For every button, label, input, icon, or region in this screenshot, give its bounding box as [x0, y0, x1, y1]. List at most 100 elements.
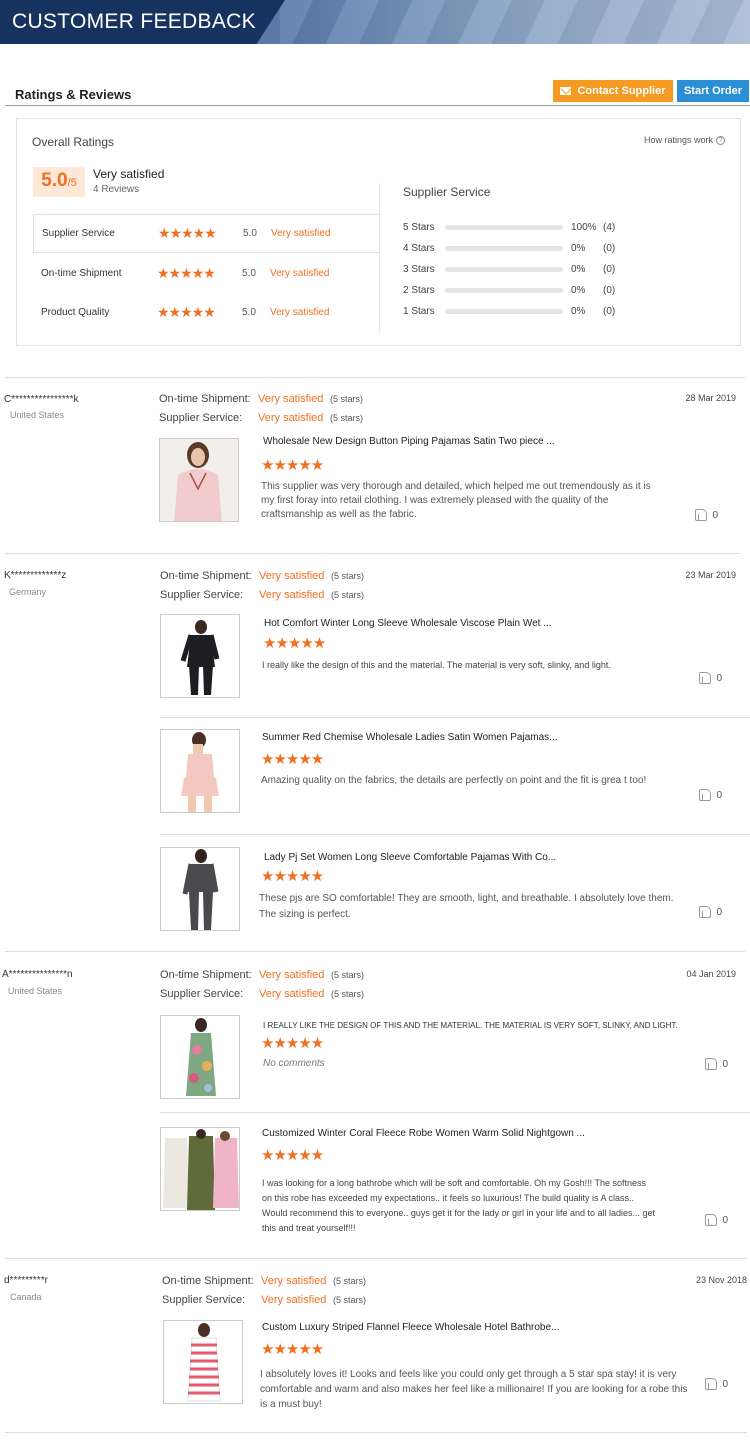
reviewer-country: United States — [8, 986, 63, 996]
reviewer-name: C****************k — [4, 394, 79, 405]
like-button[interactable]: 0 — [699, 789, 722, 801]
distribution-count: (0) — [603, 305, 616, 317]
distribution-percent: 0% — [571, 284, 586, 296]
like-button[interactable]: 0 — [705, 1214, 728, 1226]
thumbs-up-icon — [699, 789, 712, 801]
thumbs-up-icon — [705, 1214, 718, 1226]
product-divider — [160, 834, 750, 835]
distribution-percent: 0% — [571, 305, 586, 317]
review-text: This supplier was very thorough and deta… — [261, 481, 651, 520]
distribution-bar — [445, 287, 563, 293]
reviewer-name: K*************z — [4, 570, 67, 581]
distribution-percent: 0% — [571, 242, 586, 254]
banner-title: CUSTOMER FEEDBACK — [12, 10, 256, 33]
thumbs-up-icon — [699, 906, 712, 918]
product-name[interactable]: Hot Comfort Winter Long Sleeve Wholesale… — [264, 618, 552, 629]
product-name[interactable]: I REALLY LIKE THE DESIGN OF THIS AND THE… — [263, 1021, 678, 1030]
review-divider — [5, 1258, 747, 1259]
star-distribution-row: 2 Stars 0% (0) — [403, 283, 615, 297]
rating-label: Product Quality — [41, 306, 110, 318]
product-image[interactable] — [160, 1127, 240, 1211]
distribution-bar — [445, 224, 563, 230]
like-button[interactable]: 0 — [699, 906, 722, 918]
shipment-rating: On-time Shipment: Very satisfied (5 star… — [160, 570, 364, 582]
product-stars: ★★★★★ — [263, 635, 326, 652]
star-rating: ★★★★★ — [157, 264, 216, 281]
how-ratings-work-link[interactable]: How ratings work ? — [644, 135, 725, 145]
product-divider — [160, 1112, 750, 1113]
review-text: I absolutely loves it! Looks and feels l… — [260, 1369, 688, 1410]
shipment-rating: On-time Shipment: Very satisfied (5 star… — [160, 969, 364, 981]
product-image[interactable] — [160, 614, 240, 698]
review-text: These pjs are SO comfortable! They are s… — [259, 893, 674, 920]
shipment-rating: On-time Shipment: Very satisfied (5 star… — [162, 1275, 366, 1287]
contact-supplier-label: Contact Supplier — [577, 85, 666, 97]
service-stars: (5 stars) — [331, 590, 365, 600]
rating-score: 5.0 — [242, 306, 256, 318]
overall-verdict: Very satisfied — [93, 167, 165, 181]
rating-score: 5.0 — [243, 228, 257, 239]
review-text: I really like the design of this and the… — [262, 660, 611, 670]
shipment-satisfied: Very satisfied — [259, 969, 325, 981]
product-name[interactable]: Summer Red Chemise Wholesale Ladies Sati… — [262, 732, 558, 743]
product-name[interactable]: Custom Luxury Striped Flannel Fleece Who… — [262, 1322, 559, 1333]
service-rating: Supplier Service: Very satisfied (5 star… — [162, 1294, 366, 1306]
product-stars: ★★★★★ — [261, 457, 324, 474]
product-image[interactable] — [160, 847, 240, 931]
distribution-count: (0) — [603, 242, 616, 254]
shipment-stars: (5 stars) — [330, 394, 364, 404]
service-rating: Supplier Service: Very satisfied (5 star… — [160, 988, 364, 1000]
shipment-satisfied: Very satisfied — [259, 570, 325, 582]
like-button[interactable]: 0 — [699, 672, 722, 684]
ratings-reviews-title: Ratings & Reviews — [15, 87, 132, 102]
shipment-satisfied: Very satisfied — [261, 1275, 327, 1287]
how-ratings-work-label: How ratings work — [643, 135, 713, 145]
like-button[interactable]: 0 — [705, 1058, 728, 1070]
service-stars: (5 stars) — [330, 413, 364, 423]
thumbs-up-icon — [705, 1058, 718, 1070]
product-name[interactable]: Customized Winter Coral Fleece Robe Wome… — [262, 1128, 585, 1139]
rating-label: On-time Shipment — [41, 267, 122, 279]
like-count: 0 — [712, 509, 718, 521]
reviewer-country: Canada — [10, 1292, 42, 1302]
distribution-bar — [445, 266, 563, 272]
like-count: 0 — [716, 672, 722, 684]
star-distribution-row: 1 Stars 0% (0) — [403, 304, 615, 318]
review-text: No comments — [263, 1058, 325, 1069]
review-text: Amazing quality on the fabrics, the deta… — [261, 775, 647, 786]
shipment-rating: On-time Shipment: Very satisfied (5 star… — [159, 393, 363, 405]
product-image[interactable] — [160, 1015, 240, 1099]
product-name[interactable]: Lady Pj Set Women Long Sleeve Comfortabl… — [264, 852, 556, 863]
like-count: 0 — [716, 906, 722, 918]
review-text: I was looking for a long bathrobe which … — [262, 1178, 656, 1233]
product-image[interactable] — [160, 729, 240, 813]
product-image[interactable] — [159, 438, 239, 522]
shipment-stars: (5 stars) — [331, 970, 365, 980]
like-count: 0 — [716, 789, 722, 801]
like-count: 0 — [722, 1214, 728, 1226]
rating-label: Supplier Service — [42, 228, 115, 239]
rating-row-supplier-service: Supplier Service ★★★★★ 5.0 Very satisfie… — [33, 215, 380, 253]
product-image[interactable] — [163, 1320, 243, 1404]
overall-ratings-title: Overall Ratings — [32, 135, 115, 149]
like-button[interactable]: 0 — [705, 1378, 728, 1390]
service-satisfied: Very satisfied — [261, 1294, 327, 1306]
rating-row-on-time-shipment: On-time Shipment ★★★★★ 5.0 Very satisfie… — [33, 254, 380, 292]
star-level-label: 2 Stars — [403, 284, 435, 296]
service-rating: Supplier Service: Very satisfied (5 star… — [159, 412, 363, 424]
contact-supplier-button[interactable]: Contact Supplier — [553, 80, 673, 102]
product-stars: ★★★★★ — [261, 751, 324, 768]
thumbs-up-icon — [705, 1378, 718, 1390]
star-rating: ★★★★★ — [157, 303, 216, 320]
banner-background — [280, 0, 750, 44]
service-satisfied: Very satisfied — [258, 412, 324, 424]
overall-ratings-panel: Overall Ratings How ratings work ? 5.0/5… — [16, 118, 741, 346]
product-name[interactable]: Wholesale New Design Button Piping Pajam… — [263, 436, 555, 447]
like-button[interactable]: 0 — [695, 509, 718, 521]
reviewer-name: A***************n — [2, 969, 73, 980]
start-order-button[interactable]: Start Order — [677, 80, 749, 102]
service-stars: (5 stars) — [331, 989, 365, 999]
question-icon: ? — [716, 135, 725, 145]
review-count: 4 Reviews — [93, 184, 140, 195]
distribution-percent: 100% — [571, 221, 597, 233]
